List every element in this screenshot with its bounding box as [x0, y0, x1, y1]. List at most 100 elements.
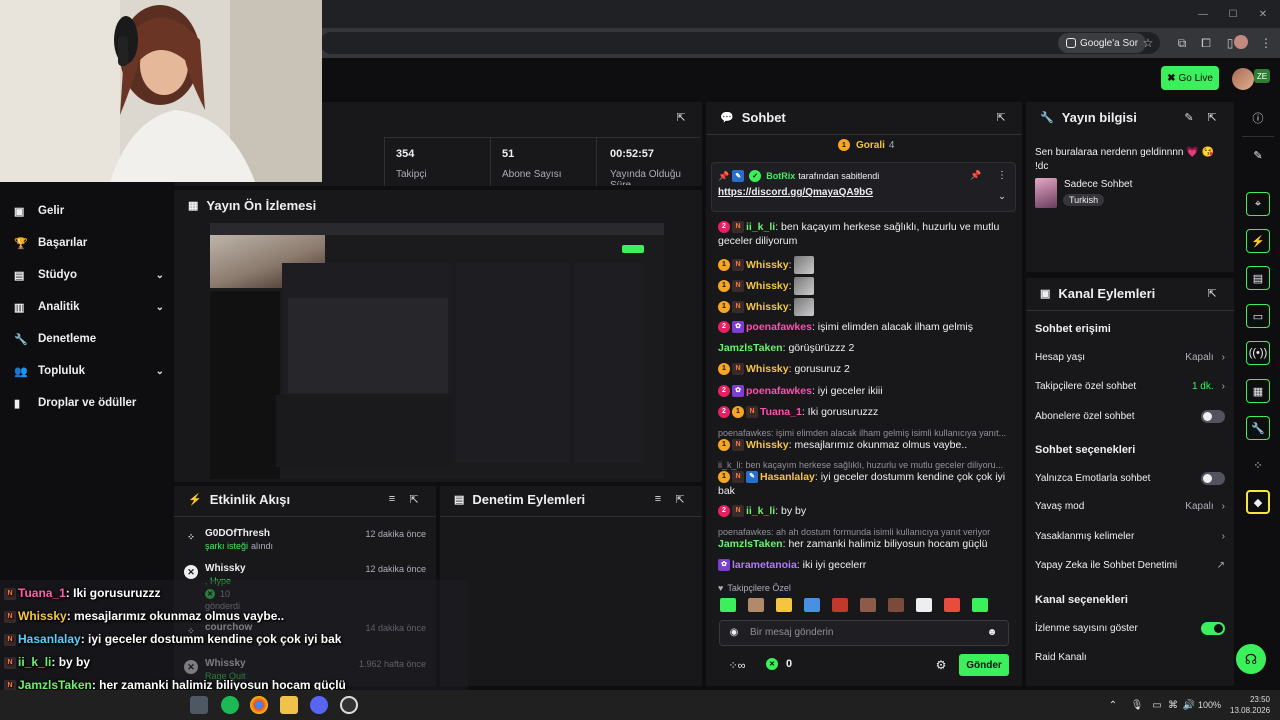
quick-emote-icon[interactable] [720, 598, 736, 612]
lightning-rail-icon[interactable]: ⚡ [1246, 229, 1270, 253]
chat-message[interactable]: JamzlsTaken: her zamanki halimiz biliyos… [718, 537, 1014, 551]
chat-leaderboard[interactable]: 1 Gorali 4 [838, 139, 894, 151]
notes-icon[interactable]: ▤ [1246, 266, 1270, 290]
discord-icon[interactable] [310, 696, 328, 714]
support-icon[interactable]: ☊ [1236, 644, 1266, 674]
points-counter[interactable]: ✕ 0 [766, 658, 792, 670]
minimize-icon[interactable]: — [1196, 8, 1210, 20]
chat-settings-icon[interactable]: ⚙ [934, 658, 948, 672]
category-name[interactable]: Sadece Sohbet [1064, 179, 1132, 190]
activity-user[interactable]: G0DOfThresh [205, 528, 270, 539]
chevron-down-icon[interactable]: ⌄ [156, 366, 164, 377]
close-icon[interactable]: ✕ [1256, 8, 1270, 20]
bookmark-star-icon[interactable]: ☆ [1140, 35, 1156, 51]
chat-username[interactable]: JamzlsTaken [718, 342, 783, 354]
layout-icon[interactable]: ▦ [1246, 379, 1270, 403]
emote-only-toggle[interactable] [1201, 472, 1225, 485]
display-icon[interactable]: ▭ [1150, 698, 1164, 712]
send-button[interactable]: Gönder [959, 654, 1009, 676]
sidebar-item[interactable]: 🏆 Başarılar [14, 232, 164, 254]
go-live-button[interactable]: ✖ Go Live [1161, 66, 1219, 90]
sidebar-item[interactable]: ▤ Stüdyo ⌄ [14, 264, 164, 286]
extensions-icon[interactable]: ⧠ [1198, 35, 1214, 51]
maximize-icon[interactable]: ☐ [1226, 8, 1240, 20]
moderation-filter-icon[interactable]: ≡ [652, 493, 664, 505]
sidebar-item[interactable]: ▥ Analitik ⌄ [14, 296, 164, 318]
ai-mod-row[interactable]: Yapay Zeka ile Sohbet Denetimi ↗ [1035, 560, 1225, 571]
sidebar-item[interactable]: 👥 Topluluk ⌄ [14, 360, 164, 382]
chevron-down-icon[interactable]: ⌄ [156, 270, 164, 281]
chat-username[interactable]: larametanoia [732, 559, 797, 571]
quick-emote-icon[interactable] [776, 598, 792, 612]
popout-icon[interactable]: ⇱ [674, 110, 688, 124]
chat-message[interactable]: ✿ larametanoia: iki iyi gecelerr [718, 558, 1014, 572]
clip-icon[interactable]: ⌖ [1246, 192, 1270, 216]
chat-username[interactable]: Whissky [746, 363, 789, 375]
chat-message[interactable]: 1 N Whissky: mesajlarımız okunmaz olmus va… [718, 438, 1014, 452]
network-icon[interactable]: ⌘ [1166, 698, 1180, 712]
chrome-icon[interactable] [250, 696, 268, 714]
pinned-link[interactable]: https://discord.gg/QmayaQA9bG [718, 187, 873, 198]
chat-username[interactable]: JamzlsTaken [718, 538, 783, 550]
sidebar-item[interactable]: ▮ Droplar ve ödüller [14, 392, 164, 414]
quick-emote-icon[interactable] [804, 598, 820, 612]
stream-info-popout-icon[interactable]: ⇱ [1206, 111, 1218, 124]
chat-username[interactable]: Whissky [746, 301, 789, 313]
quick-emote-icon[interactable] [972, 598, 988, 612]
stream-preview-video[interactable] [210, 223, 664, 479]
moderation-popout-icon[interactable]: ⇱ [674, 493, 686, 506]
raid-row[interactable]: Raid Kanalı [1035, 652, 1225, 663]
edit-pencil-icon[interactable]: ✎ [1183, 111, 1195, 124]
quick-emote-icon[interactable] [916, 598, 932, 612]
chat-message[interactable]: 2 Nii_k_li: ben kaçayım herkese sağlıklı,… [718, 220, 1014, 248]
activity-user[interactable]: Whissky [205, 563, 246, 574]
taskbar-app-icon[interactable] [190, 696, 208, 714]
browser-menu-icon[interactable]: ⋮ [1258, 35, 1274, 51]
quick-emote-icon[interactable] [748, 598, 764, 612]
translate-icon[interactable]: ⧉ [1174, 35, 1190, 51]
channel-actions-popout-icon[interactable]: ⇱ [1206, 287, 1218, 300]
quick-emote-icon[interactable] [860, 598, 876, 612]
gem-icon[interactable]: ◆ [1246, 490, 1270, 514]
quick-emote-icon[interactable] [832, 598, 848, 612]
sidebar-item[interactable]: 🔧 Denetleme [14, 328, 164, 350]
chat-message[interactable]: 2 ✿ poenafawkes: işimi elimden alacak ilha… [718, 320, 1014, 334]
chat-username[interactable]: ii_k_li [746, 221, 775, 233]
filter-icon[interactable]: ≡ [386, 493, 398, 505]
show-views-row[interactable]: İzlenme sayısını göster [1035, 622, 1225, 635]
chat-message[interactable]: 2 Nii_k_li: by by [718, 504, 1014, 518]
chat-message[interactable]: 1 N Whissky: [718, 256, 1014, 274]
tag-chip[interactable]: Turkish [1063, 194, 1105, 206]
followers-chat-row[interactable]: Takipçilere özel sohbet 1 dk. › [1035, 381, 1225, 392]
chat-username[interactable]: ii_k_li [746, 505, 775, 517]
slow-mode-row[interactable]: Yavaş mod Kapalı › [1035, 501, 1225, 512]
account-age-row[interactable]: Hesap yaşı Kapalı › [1035, 352, 1225, 363]
quick-emote-icon[interactable] [944, 598, 960, 612]
community-rail-icon[interactable]: ⁘ [1246, 453, 1270, 477]
chat-username[interactable]: poenafawkes [746, 385, 812, 397]
broadcast-icon[interactable]: ((•)) [1246, 341, 1270, 365]
address-bar[interactable] [320, 32, 1160, 54]
banned-words-row[interactable]: Yasaklanmış kelimeler › [1035, 531, 1225, 542]
chat-message[interactable]: 1 N Whissky: [718, 298, 1014, 316]
chat-popout-icon[interactable]: ⇱ [994, 110, 1008, 124]
spotify-icon[interactable] [221, 696, 239, 714]
unpin-icon[interactable]: 📌 [970, 169, 982, 181]
chevron-up-icon[interactable]: ⌃ [1106, 698, 1120, 712]
google-ask-button[interactable]: Google'a Sor [1058, 33, 1147, 53]
subs-chat-toggle[interactable] [1201, 410, 1225, 423]
emote-picker-icon[interactable]: ☻ [986, 626, 998, 638]
edit-icon[interactable]: ✎ [1246, 143, 1270, 167]
chat-username[interactable]: Whissky [746, 439, 789, 451]
chat-username[interactable]: poenafawkes [746, 321, 812, 333]
folder-icon[interactable] [280, 696, 298, 714]
show-views-toggle[interactable] [1201, 622, 1225, 635]
avatar[interactable] [1232, 68, 1254, 90]
quick-emote-icon[interactable] [888, 598, 904, 612]
pinned-menu-icon[interactable]: ⋮ [996, 169, 1008, 181]
chat-rail-icon[interactable]: ▭ [1246, 304, 1270, 328]
chat-message[interactable]: 2 ✿ poenafawkes: iyi geceler ikiii [718, 384, 1014, 398]
mic-icon[interactable]: 🎙 [1130, 698, 1144, 712]
chat-username[interactable]: Hasanlalay [760, 471, 815, 483]
chat-username[interactable]: Whissky [746, 259, 789, 271]
